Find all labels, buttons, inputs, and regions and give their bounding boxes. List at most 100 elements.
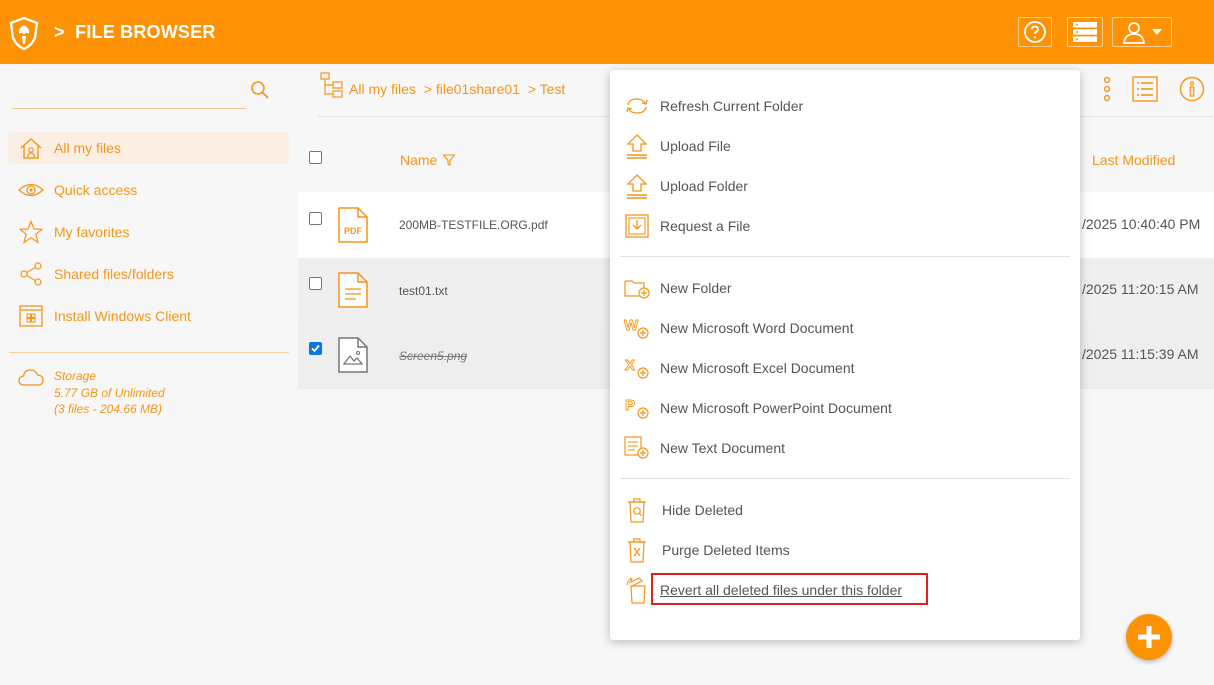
sidebar-divider	[9, 352, 289, 353]
storage-info: Storage 5.77 GB of Unlimited (3 files - …	[54, 368, 165, 418]
menu-item-label: New Microsoft PowerPoint Document	[660, 400, 892, 416]
row-checkbox[interactable]	[309, 277, 322, 290]
menu-item-label: Hide Deleted	[662, 502, 743, 518]
menu-item-upload-file[interactable]: Upload File	[610, 128, 1080, 164]
new-word-icon: W	[624, 314, 650, 342]
sidebar-item-label: Install Windows Client	[54, 308, 191, 324]
revert-icon	[624, 576, 650, 604]
menu-item-label: New Microsoft Excel Document	[660, 360, 855, 376]
file-modified: /2025 10:40:40 PM	[1082, 216, 1201, 232]
page-title: FILE BROWSER	[75, 22, 216, 42]
breadcrumb-item[interactable]: > file01share01	[424, 81, 520, 97]
filter-icon[interactable]	[443, 154, 456, 166]
text-file-icon	[338, 272, 368, 308]
menu-item-new-powerpoint[interactable]: P New Microsoft PowerPoint Document	[610, 390, 1080, 426]
user-icon	[1122, 20, 1146, 44]
list-view-icon[interactable]	[1132, 76, 1158, 102]
pdf-icon-text: PDF	[344, 226, 363, 236]
menu-item-label: Upload File	[660, 138, 731, 154]
row-checkbox[interactable]	[309, 212, 322, 225]
eye-icon	[18, 178, 44, 202]
new-excel-icon: X	[624, 354, 650, 382]
menu-divider	[620, 478, 1070, 479]
sidebar-item-my-favorites[interactable]: My favorites	[8, 216, 289, 248]
file-modified: /2025 11:20:15 AM	[1082, 281, 1199, 297]
upload-file-icon	[624, 132, 650, 160]
menu-item-label: Request a File	[660, 218, 751, 234]
search-input[interactable]	[12, 108, 246, 109]
row-checkbox[interactable]	[309, 342, 322, 355]
breadcrumb: All my files > file01share01 > Test	[349, 81, 569, 97]
file-name[interactable]: 200MB-TESTFILE.ORG.pdf	[399, 218, 548, 232]
menu-item-label: New Folder	[660, 280, 732, 296]
sidebar-item-label: Shared files/folders	[54, 266, 174, 282]
menu-item-label: New Microsoft Word Document	[660, 320, 854, 336]
server-icon	[1072, 21, 1098, 43]
breadcrumb-item[interactable]: > Test	[528, 81, 566, 97]
column-header-modified[interactable]: Last Modified	[1092, 152, 1175, 168]
file-modified: /2025 11:15:39 AM	[1082, 346, 1199, 362]
share-icon	[18, 262, 44, 286]
user-menu-button[interactable]	[1112, 17, 1172, 47]
storage-title: Storage	[54, 369, 97, 383]
pdf-icon: PDF	[338, 207, 368, 243]
cloud-icon	[18, 368, 44, 386]
menu-item-hide-deleted[interactable]: Hide Deleted	[610, 492, 1080, 528]
sidebar-item-shared[interactable]: Shared files/folders	[8, 258, 289, 290]
menu-item-refresh[interactable]: Refresh Current Folder	[610, 88, 1080, 124]
sidebar-item-all-my-files[interactable]: All my files	[8, 132, 289, 164]
more-options-icon[interactable]	[1100, 76, 1114, 102]
hide-deleted-icon	[624, 496, 650, 524]
windows-client-icon	[18, 304, 44, 328]
menu-item-purge-deleted[interactable]: Purge Deleted Items	[610, 532, 1080, 568]
new-powerpoint-icon: P	[624, 394, 650, 422]
help-button[interactable]	[1018, 17, 1052, 47]
column-header-name[interactable]: Name	[400, 152, 456, 168]
select-all-checkbox[interactable]	[309, 151, 322, 164]
highlight-box	[651, 573, 928, 605]
menu-item-label: Purge Deleted Items	[662, 542, 790, 558]
logo-icon[interactable]	[8, 16, 40, 50]
svg-text:P: P	[625, 397, 635, 414]
plus-icon	[1136, 624, 1162, 650]
menu-divider	[620, 256, 1070, 257]
sidebar-item-label: My favorites	[54, 224, 130, 240]
menu-item-new-text[interactable]: New Text Document	[610, 430, 1080, 466]
svg-text:W: W	[624, 317, 639, 334]
new-text-icon	[624, 434, 650, 462]
svg-text:X: X	[625, 357, 635, 374]
menu-item-label: New Text Document	[660, 440, 786, 456]
upload-folder-icon	[624, 172, 650, 200]
menu-item-upload-folder[interactable]: Upload Folder	[610, 168, 1080, 204]
breadcrumb-item[interactable]: All my files	[349, 81, 416, 97]
home-icon	[18, 136, 44, 160]
search-icon[interactable]	[250, 80, 270, 100]
server-button[interactable]	[1067, 17, 1103, 47]
storage-usage: 5.77 GB of Unlimited	[54, 385, 165, 400]
menu-item-label: Upload Folder	[660, 178, 748, 194]
file-name[interactable]: test01.txt	[399, 284, 448, 298]
column-header-label: Name	[400, 152, 438, 168]
file-name[interactable]: Screen5.png	[399, 349, 467, 363]
context-menu: Refresh Current Folder Upload File Uploa…	[610, 70, 1080, 640]
title-separator: >	[54, 22, 65, 42]
sidebar-item-label: All my files	[54, 140, 121, 156]
info-icon[interactable]	[1179, 76, 1205, 102]
request-file-icon	[624, 212, 650, 240]
sidebar-item-label: Quick access	[54, 182, 138, 198]
star-icon	[18, 220, 44, 244]
sidebar-item-install-windows-client[interactable]: Install Windows Client	[8, 300, 289, 332]
menu-item-label: Refresh Current Folder	[660, 98, 804, 114]
new-folder-icon	[624, 274, 650, 302]
add-button[interactable]	[1126, 614, 1172, 660]
menu-item-request-file[interactable]: Request a File	[610, 208, 1080, 244]
menu-item-new-folder[interactable]: New Folder	[610, 270, 1080, 306]
image-file-icon	[338, 337, 368, 373]
menu-item-new-word[interactable]: W New Microsoft Word Document	[610, 310, 1080, 346]
chevron-down-icon	[1152, 29, 1162, 35]
sidebar-item-quick-access[interactable]: Quick access	[8, 174, 289, 206]
purge-icon	[624, 536, 650, 564]
menu-item-new-excel[interactable]: X New Microsoft Excel Document	[610, 350, 1080, 386]
app-title: > FILE BROWSER	[54, 22, 216, 43]
folder-tree-icon[interactable]	[320, 72, 344, 98]
